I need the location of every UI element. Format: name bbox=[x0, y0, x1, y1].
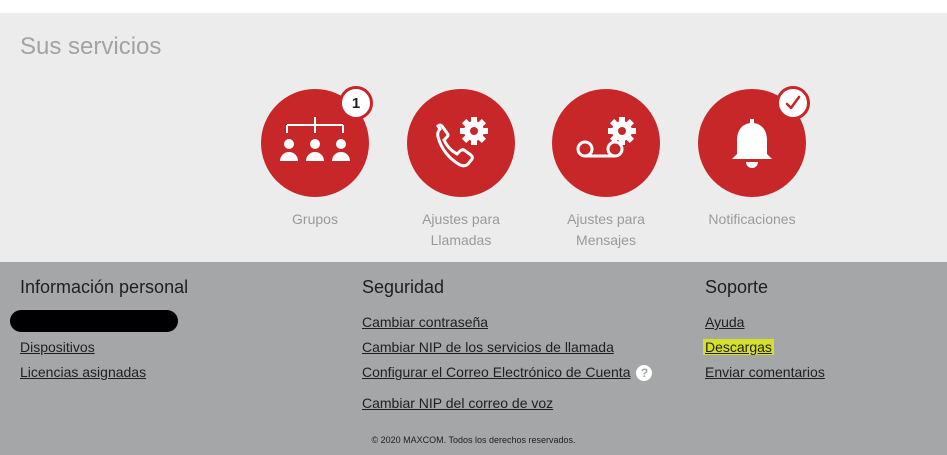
account-email-row: Configurar el Correo Electrónico de Cuen… bbox=[362, 360, 653, 385]
check-icon bbox=[785, 95, 801, 110]
link-downloads[interactable]: Descargas bbox=[703, 335, 825, 360]
service-groups-circle[interactable]: 1 bbox=[261, 86, 373, 197]
voicemail-settings-icon bbox=[576, 117, 636, 158]
groups-count-badge: 1 bbox=[339, 86, 373, 120]
security-column: Seguridad Cambiar contraseña Cambiar NIP… bbox=[362, 276, 653, 416]
link-change-voicemail-pin[interactable]: Cambiar NIP del correo de voz bbox=[362, 391, 652, 416]
service-notifications[interactable]: Notificaciones bbox=[682, 86, 822, 230]
services-panel: Sus servicios 1 Grupos Ajustes para Llam… bbox=[0, 13, 947, 262]
copyright-text: © 2020 MAXCOM. Todos los derechos reserv… bbox=[371, 435, 576, 445]
link-downloads-label: Descargas bbox=[703, 339, 774, 355]
link-help[interactable]: Ayuda bbox=[705, 310, 825, 335]
service-notifications-circle[interactable] bbox=[698, 86, 810, 197]
footer: Información personal Dispositivos Licenc… bbox=[0, 262, 947, 455]
personal-info-title: Información personal bbox=[20, 277, 189, 297]
security-title: Seguridad bbox=[362, 277, 445, 297]
notifications-check-badge bbox=[776, 86, 810, 120]
support-column: Soporte Ayuda Descargas Enviar comentari… bbox=[703, 276, 825, 385]
redacted-username bbox=[10, 310, 178, 332]
service-call-settings-circle[interactable] bbox=[407, 89, 515, 197]
service-message-settings[interactable]: Ajustes para Mensajes bbox=[536, 89, 676, 251]
link-assigned-licenses[interactable]: Licencias asignadas bbox=[20, 360, 188, 385]
service-message-settings-circle[interactable] bbox=[552, 89, 660, 197]
top-strip bbox=[0, 0, 947, 13]
phone-settings-icon bbox=[436, 117, 488, 168]
link-devices[interactable]: Dispositivos bbox=[20, 335, 188, 360]
service-call-settings-label: Ajustes para Llamadas bbox=[422, 211, 500, 248]
link-change-password[interactable]: Cambiar contraseña bbox=[362, 310, 652, 335]
link-configure-account-email[interactable]: Configurar el Correo Electrónico de Cuen… bbox=[362, 364, 630, 380]
service-message-settings-label: Ajustes para Mensajes bbox=[567, 211, 645, 248]
services-title: Sus servicios bbox=[20, 33, 162, 60]
service-notifications-label: Notificaciones bbox=[708, 211, 796, 227]
support-title: Soporte bbox=[705, 277, 769, 297]
service-groups-label: Grupos bbox=[292, 211, 338, 227]
link-send-feedback[interactable]: Enviar comentarios bbox=[705, 360, 825, 385]
link-change-call-pin[interactable]: Cambiar NIP de los servicios de llamada bbox=[362, 335, 652, 360]
service-groups[interactable]: 1 Grupos bbox=[245, 86, 385, 230]
help-icon[interactable]: ? bbox=[636, 364, 653, 381]
service-call-settings[interactable]: Ajustes para Llamadas bbox=[391, 89, 531, 251]
